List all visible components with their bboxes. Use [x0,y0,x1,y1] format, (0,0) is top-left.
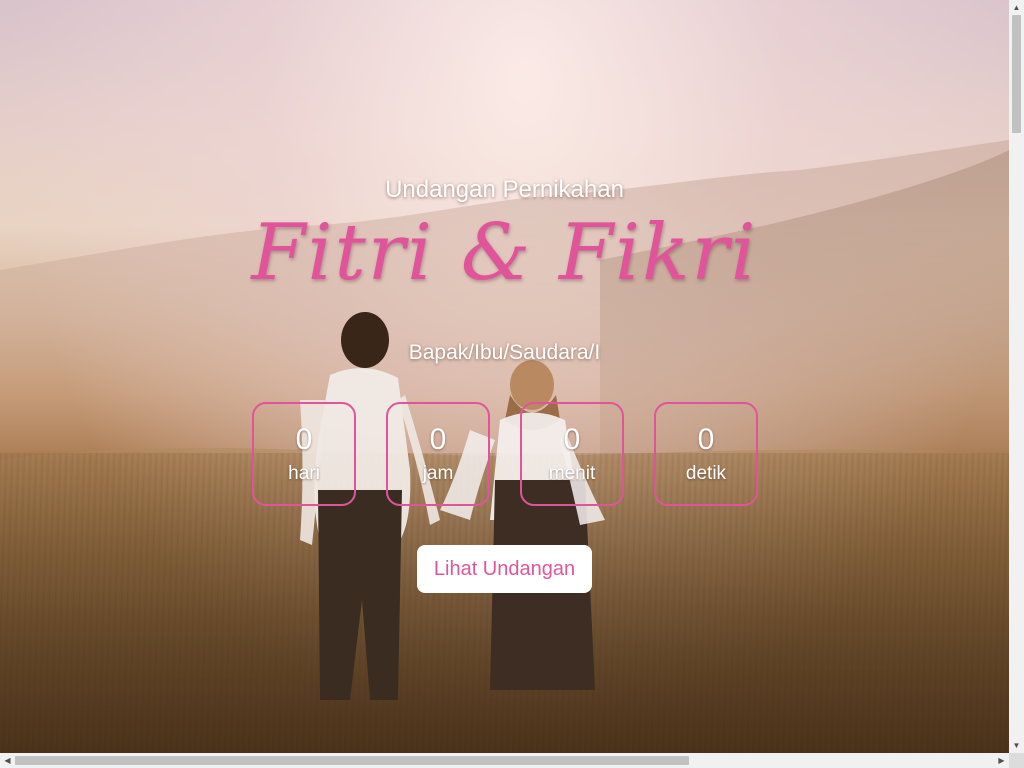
hero-content: Undangan Pernikahan Fitri & Fikri Bapak/… [0,0,1009,753]
countdown-timer: 0 hari 0 jam 0 menit 0 detik [252,402,760,506]
countdown-hours: 0 jam [386,402,490,506]
countdown-days-value: 0 [295,423,313,456]
countdown-minutes: 0 menit [520,402,624,506]
vertical-scroll-thumb[interactable] [1012,15,1021,133]
countdown-seconds-value: 0 [697,423,715,456]
countdown-hours-value: 0 [429,423,447,456]
countdown-seconds: 0 detik [654,402,758,506]
scroll-down-arrow-icon[interactable]: ▼ [1009,738,1024,753]
page-viewport: Undangan Pernikahan Fitri & Fikri Bapak/… [0,0,1009,753]
couple-names: Fitri & Fikri [251,208,758,298]
invitation-subtitle: Undangan Pernikahan [385,176,624,203]
view-invitation-button[interactable]: Lihat Undangan [417,545,592,593]
countdown-seconds-label: detik [685,463,727,484]
horizontal-scroll-thumb[interactable] [15,756,689,765]
countdown-minutes-label: menit [548,463,596,484]
horizontal-scrollbar[interactable]: ◀ ▶ [0,753,1009,768]
countdown-days: 0 hari [252,402,356,506]
scroll-up-arrow-icon[interactable]: ▲ [1009,0,1024,15]
vertical-scrollbar[interactable]: ▲ ▼ [1009,0,1024,753]
countdown-days-label: hari [288,463,320,484]
scrollbar-corner [1009,753,1024,768]
scroll-right-arrow-icon[interactable]: ▶ [994,753,1009,768]
countdown-hours-label: jam [422,463,454,484]
scroll-left-arrow-icon[interactable]: ◀ [0,753,15,768]
countdown-minutes-value: 0 [563,423,581,456]
guest-greeting: Bapak/Ibu/Saudara/I [408,341,601,364]
